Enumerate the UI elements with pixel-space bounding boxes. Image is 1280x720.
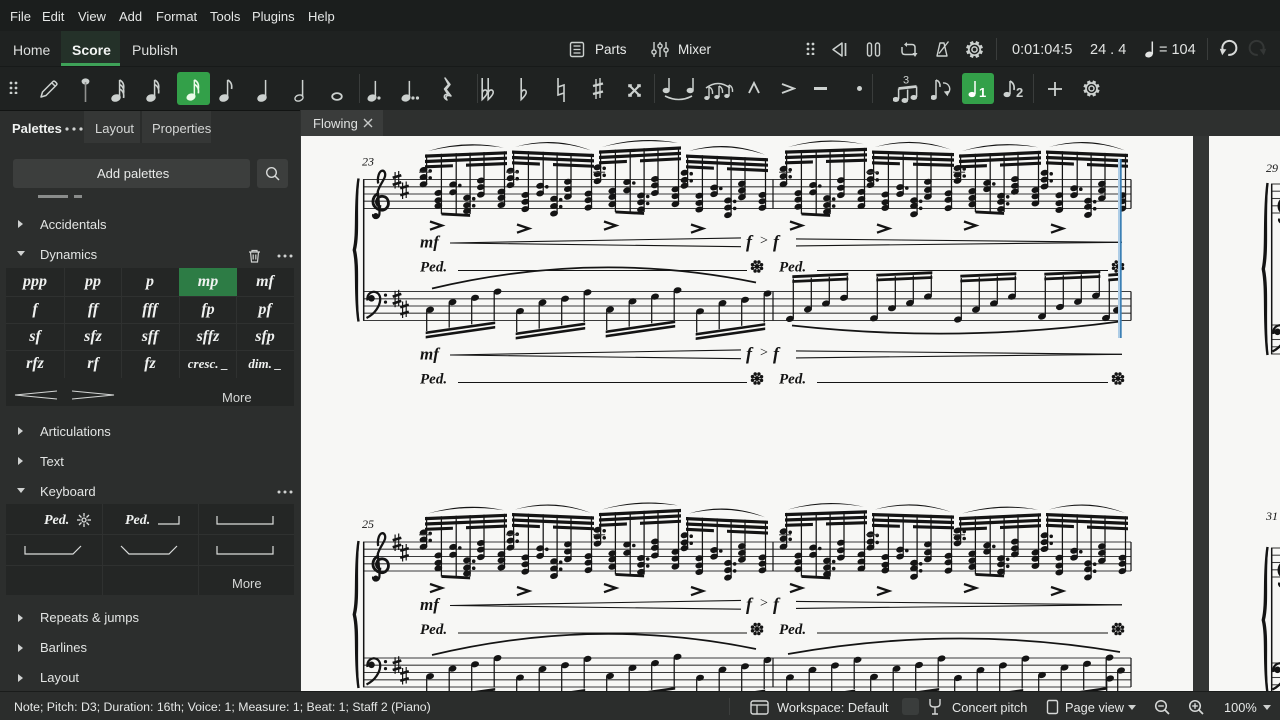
svg-text:1: 1 — [979, 85, 986, 99]
svg-text:mf: mf — [420, 595, 441, 614]
svg-text:25: 25 — [362, 517, 374, 531]
svg-text:31: 31 — [1265, 509, 1278, 523]
svg-text:Ped.: Ped. — [420, 622, 447, 638]
svg-text:Ped.: Ped. — [420, 260, 447, 276]
svg-text:23: 23 — [362, 155, 374, 169]
svg-text:Ped.: Ped. — [779, 372, 806, 388]
svg-text:>: > — [760, 234, 768, 249]
svg-text:Ped.: Ped. — [420, 372, 447, 388]
svg-text:>: > — [760, 346, 768, 361]
svg-text:>: > — [760, 596, 768, 611]
svg-text:mf: mf — [420, 345, 441, 364]
svg-text:mf: mf — [420, 233, 441, 252]
svg-text:Ped.: Ped. — [779, 260, 806, 276]
svg-text:2: 2 — [1016, 85, 1023, 99]
svg-text:3: 3 — [903, 75, 909, 87]
svg-text:29: 29 — [1266, 161, 1278, 175]
svg-text:Ped.: Ped. — [779, 622, 806, 638]
svg-text:Flowing: Flowing — [313, 116, 358, 131]
